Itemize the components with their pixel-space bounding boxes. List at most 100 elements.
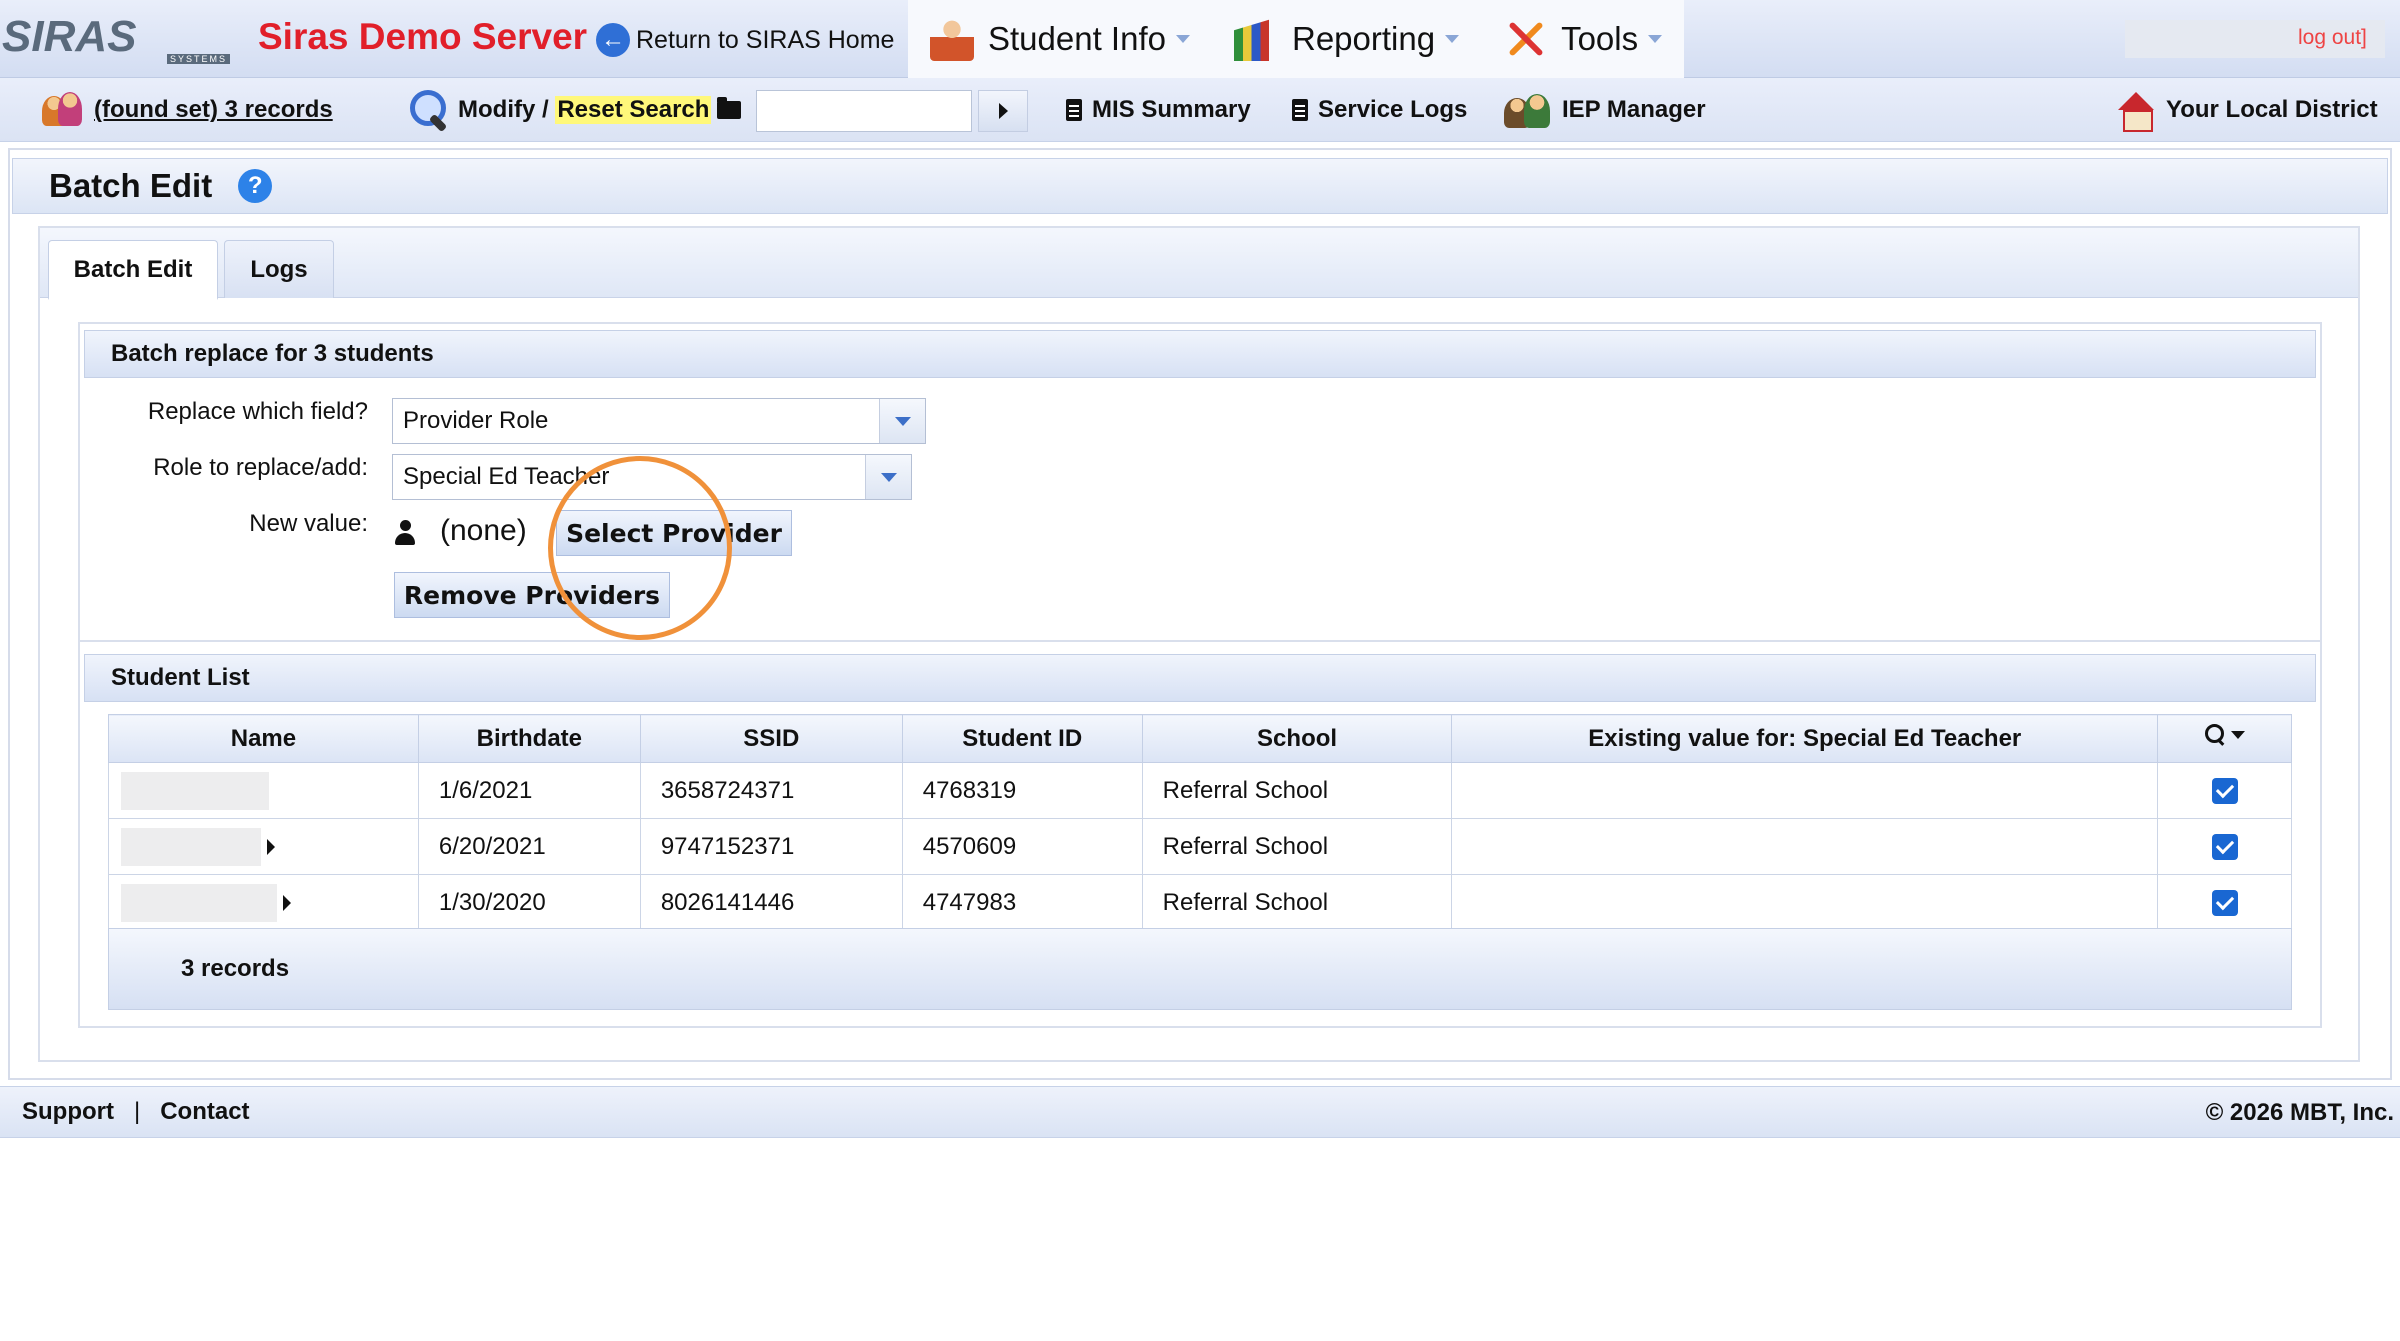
ssid-cell: 9747152371 [639, 818, 903, 875]
return-home-label: Return to SIRAS Home [636, 25, 895, 54]
record-count: 3 records [181, 955, 290, 982]
chevron-down-icon [1445, 35, 1460, 43]
student-name-redacted[interactable] [108, 762, 419, 819]
page-title-bar: Batch Edit ? [12, 158, 2388, 214]
col-name[interactable]: Name [108, 714, 419, 763]
contact-link[interactable]: Contact [160, 1098, 249, 1126]
menu-tools-label: Tools [1561, 20, 1639, 57]
people-icon [40, 90, 86, 130]
role-select[interactable]: Special Ed Teacher [392, 454, 912, 500]
table-footer: 3 records [108, 928, 2292, 1010]
student-name-redacted[interactable] [108, 818, 419, 875]
table-row: 1/30/2020 8026141446 4747983 Referral Sc… [108, 874, 2292, 931]
col-existing-value[interactable]: Existing value for: Special Ed Teacher [1451, 714, 2159, 763]
district-label: Your Local District [2166, 96, 2378, 123]
district-link[interactable]: Your Local District [2114, 78, 2378, 142]
row-check-cell [2157, 874, 2292, 931]
student-table: Name Birthdate SSID Student ID School Ex… [108, 714, 2292, 931]
batch-section-header: Batch replace for 3 students [84, 330, 2316, 378]
table-row: 6/20/2021 9747152371 4570609 Referral Sc… [108, 818, 2292, 875]
section-divider [80, 640, 2320, 642]
chevron-down-icon [2230, 731, 2245, 739]
tab-bar: Batch Edit Logs [40, 228, 2358, 300]
iep-manager-link[interactable]: IEP Manager [1504, 78, 1706, 142]
logout-link[interactable]: log out] [2298, 26, 2367, 50]
folder-icon[interactable] [717, 97, 742, 119]
quick-search-go-button[interactable] [978, 90, 1028, 132]
caret-right-icon[interactable] [283, 894, 291, 911]
support-link[interactable]: Support [22, 1098, 114, 1126]
top-bar: SIRAS SYSTEMS Siras Demo Server ← Return… [0, 0, 2400, 78]
mis-summary-link[interactable]: MIS Summary [1066, 78, 1251, 142]
search-icon[interactable] [408, 88, 448, 132]
select-provider-button[interactable]: Select Provider [556, 510, 792, 556]
row-check-cell [2157, 818, 2292, 875]
chevron-down-icon [865, 455, 911, 499]
table-header-row: Name Birthdate SSID Student ID School Ex… [108, 714, 2292, 763]
main-menu: Student Info Reporting Tools [908, 0, 1685, 78]
new-value-label: New value: [249, 510, 368, 537]
col-ssid[interactable]: SSID [639, 714, 903, 763]
reset-search-link[interactable]: Reset Search [555, 96, 712, 124]
modify-link[interactable]: Modify / [458, 96, 549, 124]
service-logs-label: Service Logs [1318, 96, 1468, 123]
existing-value-cell [1451, 762, 2159, 819]
logo-text: SIRAS [2, 12, 137, 61]
birthdate-cell: 1/30/2020 [417, 874, 641, 931]
menu-student-info[interactable]: Student Info [908, 0, 1212, 78]
return-home-link[interactable]: ← Return to SIRAS Home [596, 22, 894, 58]
page-title: Batch Edit [49, 167, 213, 204]
row-checkbox[interactable] [2211, 890, 2238, 917]
ssid-cell: 8026141446 [639, 874, 903, 931]
found-set: (found set) 3 records [40, 78, 333, 142]
student-id-cell: 4570609 [901, 818, 1143, 875]
remove-providers-button[interactable]: Remove Providers [394, 572, 670, 618]
server-name: Siras Demo Server [258, 16, 588, 57]
tab-batch-edit[interactable]: Batch Edit [48, 240, 218, 300]
existing-value-cell [1451, 874, 2159, 931]
logo-subtext: SYSTEMS [166, 54, 230, 64]
col-student-id[interactable]: Student ID [901, 714, 1143, 763]
field-label: Replace which field? [147, 398, 368, 425]
caret-right-icon[interactable] [267, 838, 275, 855]
student-name-redacted[interactable] [108, 874, 419, 931]
document-icon [1066, 99, 1082, 121]
ssid-cell: 3658724371 [639, 762, 903, 819]
birthdate-cell: 1/6/2021 [417, 762, 641, 819]
chevron-down-icon [1648, 35, 1663, 43]
secondary-toolbar: (found set) 3 records Modify / Reset Sea… [0, 78, 2400, 142]
chevron-down-icon [1175, 35, 1190, 43]
siras-logo[interactable]: SIRAS SYSTEMS [2, 12, 230, 64]
role-select-value: Special Ed Teacher [403, 463, 610, 490]
student-id-cell: 4768319 [901, 762, 1143, 819]
quick-search-input[interactable] [756, 90, 972, 132]
mis-summary-label: MIS Summary [1092, 96, 1251, 123]
col-school[interactable]: School [1141, 714, 1453, 763]
school-cell: Referral School [1141, 762, 1453, 819]
existing-value-cell [1451, 818, 2159, 875]
found-set-link[interactable]: (found set) 3 records [94, 96, 333, 124]
help-icon[interactable]: ? [238, 169, 273, 203]
school-cell: Referral School [1141, 874, 1453, 931]
school-cell: Referral School [1141, 818, 1453, 875]
birthdate-cell: 6/20/2021 [417, 818, 641, 875]
table-row: 1/6/2021 3658724371 4768319 Referral Sch… [108, 762, 2292, 819]
menu-student-info-label: Student Info [988, 20, 1166, 57]
play-icon [998, 103, 1008, 119]
student-list-header: Student List [84, 654, 2316, 702]
col-birthdate[interactable]: Birthdate [417, 714, 641, 763]
copyright: © 2026 MBT, Inc. [2205, 1099, 2394, 1126]
col-filter[interactable] [2157, 714, 2292, 763]
row-checkbox[interactable] [2211, 834, 2238, 861]
menu-reporting[interactable]: Reporting [1212, 0, 1481, 78]
report-icon [1233, 17, 1278, 61]
service-logs-link[interactable]: Service Logs [1292, 78, 1467, 142]
field-select[interactable]: Provider Role [392, 398, 926, 444]
menu-reporting-label: Reporting [1291, 20, 1436, 57]
field-select-value: Provider Role [403, 407, 549, 434]
footer-separator: | [133, 1098, 141, 1125]
menu-tools[interactable]: Tools [1481, 0, 1684, 78]
tab-logs[interactable]: Logs [224, 240, 334, 298]
row-checkbox[interactable] [2211, 778, 2238, 805]
house-icon [2114, 90, 2154, 132]
